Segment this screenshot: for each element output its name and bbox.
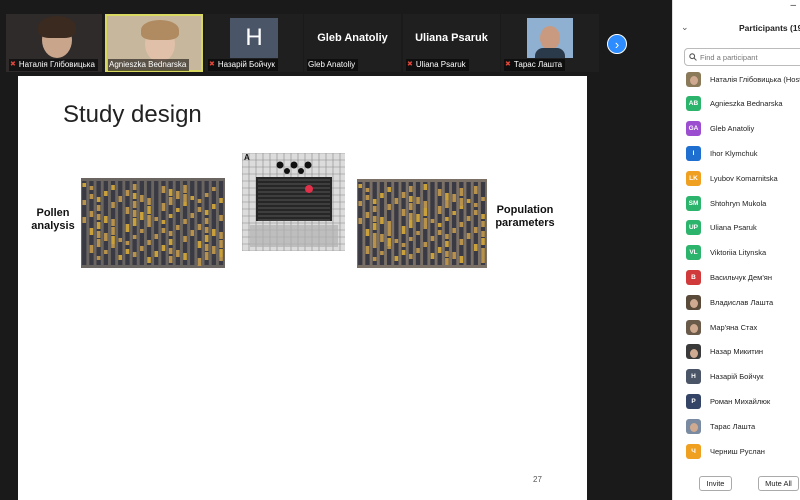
tile-name-label: Agnieszka Bednarska [108,59,190,71]
video-tile-3[interactable]: H ✖ Назарій Бойчук [205,14,303,72]
minimize-icon[interactable]: – [790,0,796,11]
participants-panel: – ⌄ Participants (19) Наталія Глібовицьк… [672,0,800,500]
tile-name-label: ✖ Uliana Psaruk [406,59,469,71]
mic-muted-icon: ✖ [407,61,413,68]
participant-initials-avatar: I [686,145,701,161]
label-population-parameters: Population parameters [495,204,555,229]
slide-title: Study design [63,101,202,128]
participant-row[interactable]: GA Gleb Anatoliy [686,120,800,138]
mic-muted-icon: ✖ [209,61,215,68]
participant-hair [38,16,76,38]
participant-name: Владислав Лашта [710,297,774,307]
participant-photo-avatar [686,71,701,87]
participant-name: Роман Михайлюк [710,396,771,406]
tile-display-name: Gleb Anatoliy [317,32,388,44]
participant-avatar: H [230,18,278,58]
participant-name: Viktoriia Litynska [710,248,767,258]
participant-name: Наталія Глібовицька (Host) [710,74,800,84]
participant-name: Назарій Бойчук [710,372,764,382]
participant-row[interactable]: UP Uliana Psaruk [686,219,800,237]
participant-name: Назар Микитин [710,347,764,357]
video-tile-5[interactable]: Uliana Psaruk ✖ Uliana Psaruk [403,14,500,72]
participant-row[interactable]: I Ihor Klymchuk [686,144,800,162]
participant-row[interactable]: P Роман Михайлюк [686,392,800,410]
meeting-area: ✖ Наталія Глібовицька Agnieszka Bednarska… [0,0,672,500]
participant-name: Мар'яна Стах [710,322,758,332]
participant-search[interactable] [684,48,800,66]
participant-initials-avatar: LK [686,170,701,186]
search-input[interactable] [700,52,800,62]
participant-row[interactable]: Мар'яна Стах [686,318,800,336]
tile-name-label: Gleb Anatoliy [307,59,359,71]
participant-name: Uliana Psaruk [710,223,757,233]
participant-photo-avatar [686,418,701,434]
participant-hair [141,20,179,40]
nest-cells-image [81,178,225,268]
participant-row[interactable]: VL Viktoriia Litynska [686,244,800,262]
participant-initials-avatar: Ч [686,443,701,459]
search-icon [689,53,697,61]
nest-cells-image [357,179,487,268]
participant-row[interactable]: Назар Микитин [686,343,800,361]
participant-initials-avatar: UP [686,220,701,236]
participant-row[interactable]: LK Lyubov Komarnitska [686,169,800,187]
mic-muted-icon: ✖ [10,61,16,68]
participant-initials-avatar: P [686,393,701,409]
participant-name: Черниш Руслан [710,446,765,456]
participant-name: Ihor Klymchuk [710,148,758,158]
participant-name: Shtohryn Mukola [710,198,767,208]
participant-name: Gleb Anatoliy [710,124,755,134]
tile-name-label: ✖ Назарій Бойчук [208,59,278,71]
participant-initials-avatar: VL [686,245,701,261]
participant-row[interactable]: Тарас Лашта [686,417,800,435]
participant-photo-avatar [686,294,701,310]
invite-button[interactable]: Invite [699,476,732,491]
participant-initials-avatar: H [686,369,701,385]
video-tile-1[interactable]: ✖ Наталія Глібовицька [6,14,102,72]
photo-nest-frame-left [81,178,225,268]
participant-initials-avatar: GA [686,121,701,137]
video-tile-2[interactable]: Agnieszka Bednarska [105,14,203,72]
video-tile-6[interactable]: ✖ Тарас Лашта [501,14,599,72]
participant-name: Васильчук Дем'ян [710,272,772,282]
tile-name-label: ✖ Наталія Глібовицька [9,59,98,71]
participant-initials-avatar: В [686,269,701,285]
panel-footer: Invite Mute All [673,476,800,494]
participant-row[interactable]: SM Shtohryn Mukola [686,194,800,212]
participant-row[interactable]: AB Agnieszka Bednarska [686,95,800,113]
participant-initials-avatar: AB [686,96,701,112]
participant-name: Lyubov Komarnitska [710,173,778,183]
participant-profile-photo [527,18,573,58]
zoom-window: ✖ Наталія Глібовицька Agnieszka Bednarska… [0,0,800,500]
chevron-down-icon[interactable]: ⌄ [681,22,689,33]
cage-image [242,153,345,251]
shared-slide: Study design Pollen analysis A Populatio… [18,76,587,500]
participant-photo-avatar [686,344,701,360]
participant-initials-avatar: SM [686,195,701,211]
label-pollen-analysis: Pollen analysis [31,207,75,232]
participant-row[interactable]: Наталія Глібовицька (Host) [686,70,800,88]
participant-row[interactable]: Владислав Лашта [686,293,800,311]
participants-title: Participants (19) [739,23,800,33]
photo-nest-frame-right [357,179,487,268]
participant-row[interactable]: Ч Черниш Руслан [686,442,800,460]
participant-row[interactable]: В Васильчук Дем'ян [686,268,800,286]
video-thumbnail-strip: ✖ Наталія Глібовицька Agnieszka Bednarska… [0,14,672,72]
chevron-right-icon[interactable]: › [607,34,627,54]
video-tile-4[interactable]: Gleb Anatoliy Gleb Anatoliy [304,14,401,72]
participant-name: Тарас Лашта [710,421,756,431]
mic-muted-icon: ✖ [505,61,511,68]
slide-number: 27 [533,475,542,484]
participant-row[interactable]: H Назарій Бойчук [686,368,800,386]
photo-nesting-cage: A [242,153,345,251]
tile-name-label: ✖ Тарас Лашта [504,59,566,71]
tile-display-name: Uliana Psaruk [415,32,488,44]
participant-name: Agnieszka Bednarska [710,99,783,109]
mute-all-button[interactable]: Mute All [758,476,799,491]
participant-photo-avatar [686,319,701,335]
photo-panel-letter: A [244,153,250,162]
